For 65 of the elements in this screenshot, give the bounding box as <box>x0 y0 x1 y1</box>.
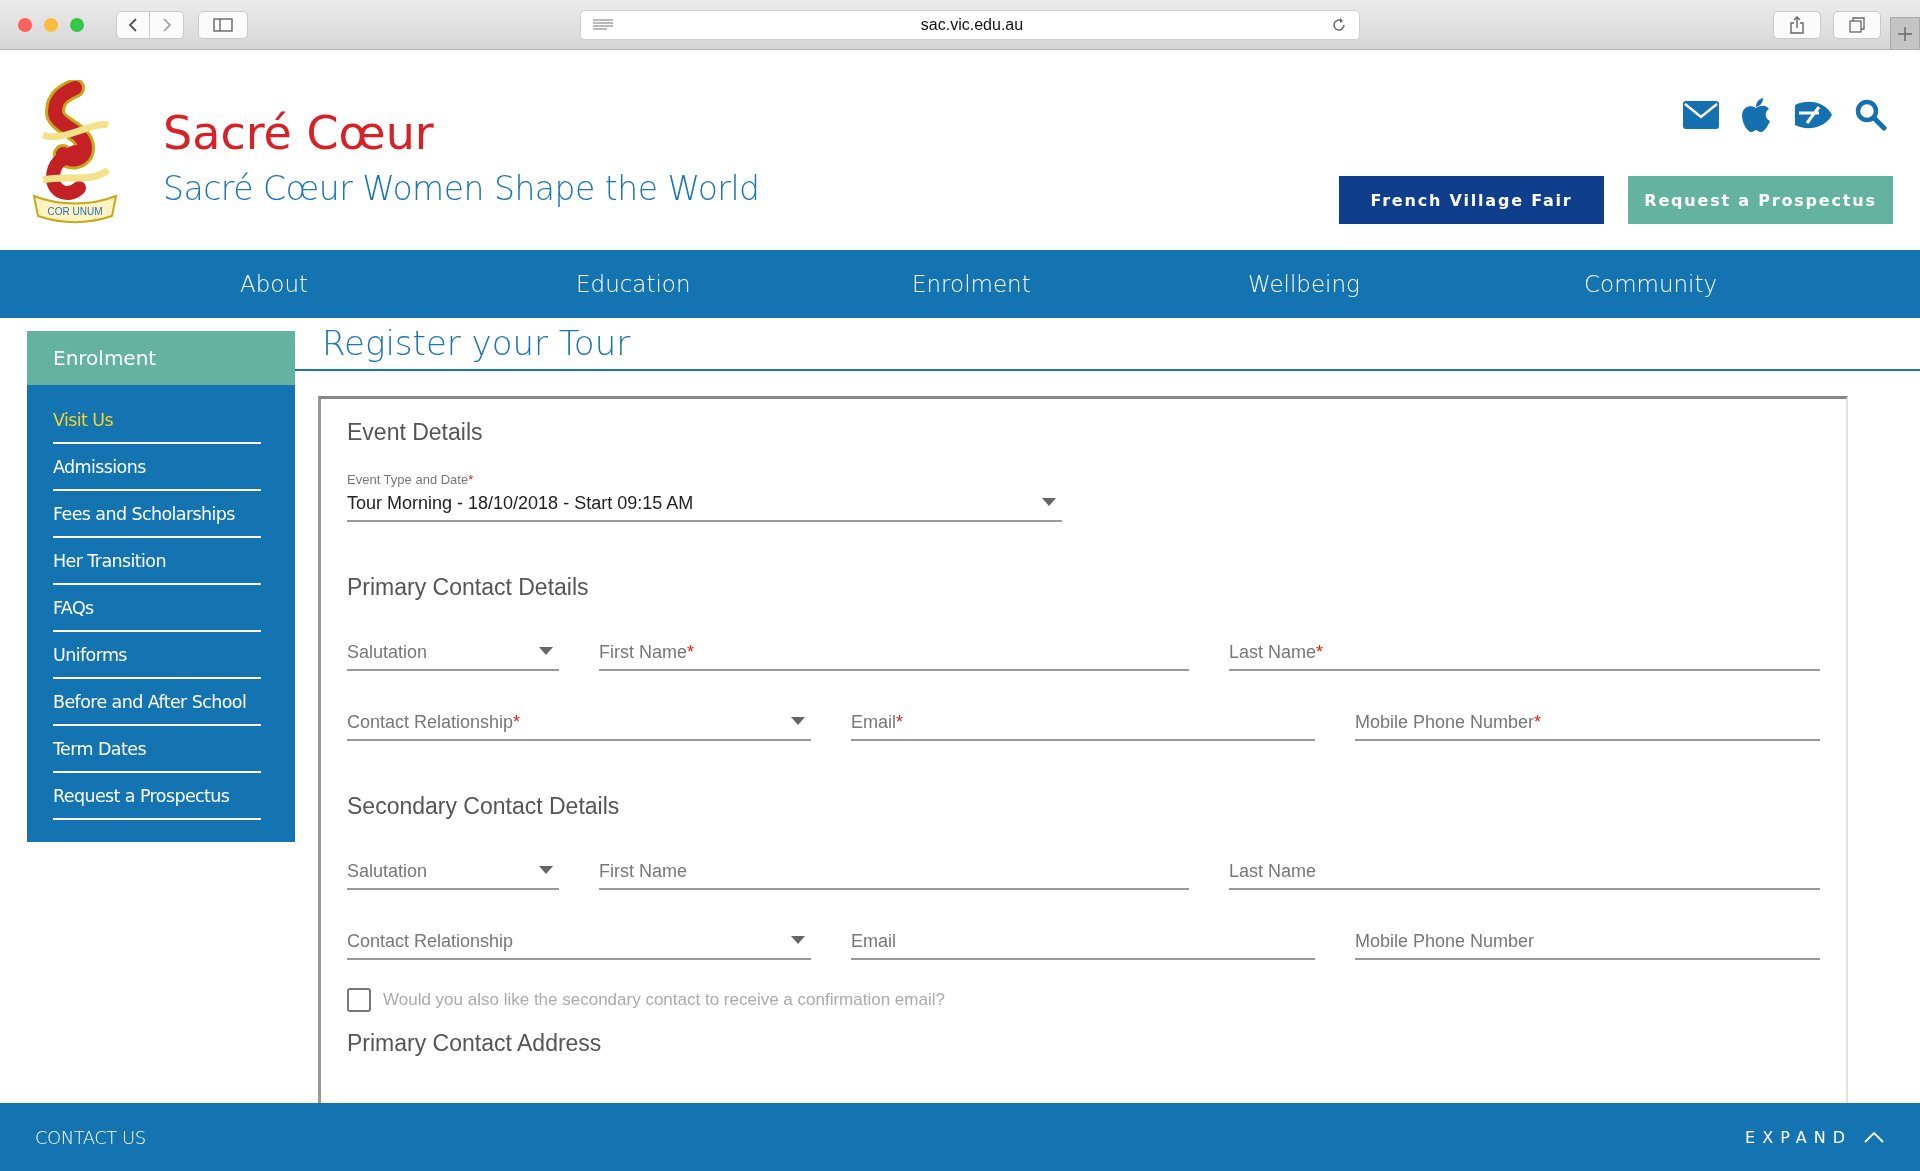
nav-item[interactable]: Wellbeing <box>1248 271 1584 297</box>
sidebar-item[interactable]: Admissions <box>53 444 261 491</box>
back-button[interactable] <box>116 10 150 39</box>
checkbox-label: Would you also like the secondary contact to receive a confirmation email? <box>383 990 945 1010</box>
page-title: Register your Tour <box>295 318 1920 371</box>
sidebar-icon <box>213 17 233 32</box>
nav-item[interactable]: Enrolment <box>912 271 1248 297</box>
forward-icon <box>160 16 173 33</box>
dropdown-caret-icon[interactable] <box>791 936 805 944</box>
nav-item[interactable]: Community <box>1584 271 1920 297</box>
envelope-icon[interactable] <box>1683 101 1719 129</box>
input-field[interactable]: Mobile Phone Number <box>1355 920 1820 960</box>
expand-button[interactable]: EXPAND <box>1745 1127 1884 1147</box>
apple-icon[interactable] <box>1741 98 1771 132</box>
share-icon <box>1790 15 1804 34</box>
sidebar-item[interactable]: FAQs <box>53 585 261 632</box>
sidebar-item[interactable]: Uniforms <box>53 632 261 679</box>
sidebar-item[interactable]: Fees and Scholarships <box>53 491 261 538</box>
input-field[interactable]: Last Name* <box>1229 631 1820 671</box>
dropdown-caret-icon[interactable] <box>539 866 553 874</box>
nav-item[interactable]: About <box>240 271 576 297</box>
select-field[interactable]: Event Type and Date* Tour Morning - 18/10/2018 - Start 09:15 AM <box>347 476 1062 522</box>
input-field[interactable]: Email* <box>851 701 1315 741</box>
header-button[interactable]: French Village Fair <box>1339 176 1604 224</box>
chevron-up-icon <box>1864 1131 1884 1143</box>
site-tagline: Sacré Cœur Women Shape the World <box>163 168 760 208</box>
site-title[interactable]: Sacré Cœur <box>163 108 760 159</box>
input-field[interactable]: Email <box>851 920 1315 960</box>
input-field[interactable]: Last Name <box>1229 850 1820 890</box>
back-icon <box>127 16 139 33</box>
contact-link[interactable]: CONTACT US <box>35 1126 146 1148</box>
sidebar-item[interactable]: Visit Us <box>53 397 261 444</box>
leaf-icon[interactable] <box>1793 101 1833 129</box>
checkbox[interactable] <box>347 988 371 1012</box>
tabs-icon <box>1849 16 1865 33</box>
reload-icon[interactable] <box>1331 16 1347 33</box>
search-icon[interactable] <box>1855 99 1887 131</box>
select-field[interactable]: Contact Relationship <box>347 920 811 960</box>
section-heading: Event Details <box>347 419 484 446</box>
dropdown-caret-icon[interactable] <box>539 647 553 655</box>
close-icon[interactable] <box>18 17 32 32</box>
share-button[interactable] <box>1773 10 1821 39</box>
new-tab-button[interactable] <box>1890 17 1920 49</box>
address-bar[interactable]: sac.vic.edu.au <box>580 9 1360 40</box>
sidebar-item[interactable]: Request a Prospectus <box>53 773 261 820</box>
input-field[interactable]: First Name <box>599 850 1189 890</box>
sidebar-button[interactable] <box>198 10 248 39</box>
sidebar-item[interactable]: Term Dates <box>53 726 261 773</box>
input-field[interactable]: Mobile Phone Number* <box>1355 701 1820 741</box>
select-field[interactable]: Salutation <box>347 850 559 890</box>
url-text: sac.vic.edu.au <box>919 15 1025 34</box>
crest-logo: COR UNUM <box>28 80 122 225</box>
dropdown-caret-icon[interactable] <box>791 717 805 725</box>
tabs-button[interactable] <box>1833 10 1881 39</box>
section-heading: Primary Contact Details <box>347 574 590 601</box>
sidebar-item[interactable]: Before and After School <box>53 679 261 726</box>
section-heading: Secondary Contact Details <box>347 793 621 820</box>
nav-item[interactable]: Education <box>576 271 912 297</box>
dropdown-caret-icon[interactable] <box>1042 498 1056 506</box>
sidebar-item[interactable]: Her Transition <box>53 538 261 585</box>
plus-icon <box>1897 25 1913 42</box>
input-field[interactable]: First Name* <box>599 631 1189 671</box>
select-field[interactable]: Salutation <box>347 631 559 671</box>
section-heading: Primary Contact Address <box>347 1030 603 1057</box>
select-field[interactable]: Contact Relationship* <box>347 701 811 741</box>
